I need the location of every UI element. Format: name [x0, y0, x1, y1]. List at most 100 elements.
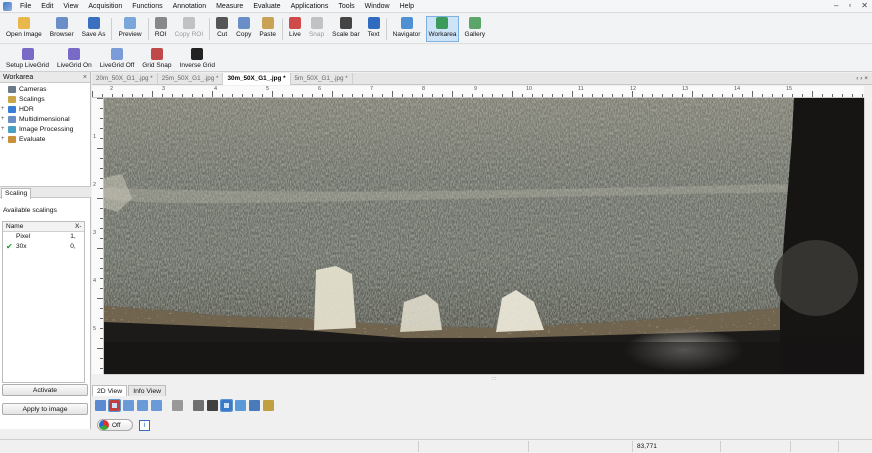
overlay-icon[interactable]: [235, 399, 246, 411]
tab-info-view[interactable]: Info View: [128, 385, 167, 396]
ruler-tick: [682, 94, 683, 97]
globe-icon[interactable]: [193, 399, 204, 411]
tree-item-evaluate[interactable]: + Evaluate: [0, 134, 90, 144]
expand-icon[interactable]: +: [1, 106, 8, 112]
live-toggle[interactable]: Off: [97, 419, 133, 431]
menu-tools[interactable]: Tools: [333, 0, 359, 13]
menu-annotation[interactable]: Annotation: [168, 0, 211, 13]
restore-icon[interactable]: ▫: [848, 1, 851, 10]
menu-acquisition[interactable]: Acquisition: [83, 0, 127, 13]
ruler-label: 15: [786, 86, 793, 92]
ruler-label: 2: [93, 182, 97, 188]
ruler-tick: [492, 94, 493, 97]
cut-button[interactable]: Cut: [214, 16, 230, 42]
zoom-in-icon[interactable]: [123, 399, 134, 411]
navigator-button[interactable]: Navigator: [391, 16, 423, 42]
preview-button[interactable]: Preview: [116, 16, 143, 42]
button-label: Setup LiveGrid: [6, 62, 49, 69]
image-canvas[interactable]: [104, 98, 864, 374]
menu-applications[interactable]: Applications: [286, 0, 334, 13]
button-label: LiveGrid On: [57, 62, 92, 69]
horizontal-scrollbar[interactable]: :::: [104, 374, 864, 383]
roi-button[interactable]: ROI: [153, 16, 169, 42]
workarea-button[interactable]: Workarea: [426, 16, 459, 42]
grid-tool-icon[interactable]: [220, 398, 233, 412]
ruler-tick: [100, 368, 103, 369]
layers-icon[interactable]: [249, 399, 260, 411]
open-image-button[interactable]: Open Image: [4, 16, 44, 42]
expand-icon[interactable]: +: [1, 126, 8, 132]
menu-evaluate[interactable]: Evaluate: [248, 0, 285, 13]
ruler-label: 11: [578, 86, 584, 92]
scale-bar-button[interactable]: Scale bar: [330, 16, 361, 42]
workarea-header: Workarea ×: [0, 72, 90, 83]
menu-edit[interactable]: Edit: [36, 0, 58, 13]
snap-button[interactable]: Snap: [307, 16, 326, 42]
activate-button[interactable]: Activate: [2, 384, 88, 396]
document-tab[interactable]: 25m_50X_G1_.jpg *: [158, 73, 224, 85]
live-toggle-label: Off: [112, 421, 121, 429]
select-icon[interactable]: [95, 399, 106, 411]
menu-file[interactable]: File: [15, 0, 36, 13]
ruler-tick: [522, 94, 523, 97]
ruler-tick: [252, 94, 253, 97]
info-button[interactable]: i: [139, 419, 150, 431]
table-row[interactable]: ✔ 30x 0,: [3, 242, 84, 252]
tab-2d-view[interactable]: 2D View: [92, 385, 128, 396]
document-tab[interactable]: 20m_50X_G1_.jpg *: [92, 73, 158, 85]
ruler-label: 13: [682, 86, 689, 92]
minimize-icon[interactable]: –: [834, 1, 838, 10]
tree-item-scalings[interactable]: Scalings: [0, 94, 90, 104]
expand-icon[interactable]: +: [1, 116, 8, 122]
ruler-tick: [100, 238, 103, 239]
expand-icon[interactable]: +: [1, 136, 8, 142]
ruler-tick: [97, 148, 103, 149]
paste-button[interactable]: Paste: [257, 16, 278, 42]
zoom-fit-icon[interactable]: [151, 399, 162, 411]
roi-tool-icon[interactable]: [172, 399, 183, 411]
inverse-grid-button[interactable]: Inverse Grid: [178, 47, 217, 73]
live-button[interactable]: Live: [287, 16, 303, 42]
browser-icon: [55, 17, 68, 29]
ruler-label: 8: [422, 86, 426, 92]
tree-item-cameras[interactable]: Cameras: [0, 84, 90, 94]
menu-window[interactable]: Window: [360, 0, 395, 13]
vertical-scrollbar[interactable]: [864, 98, 872, 374]
ruler-tick: [712, 94, 713, 97]
document-tab[interactable]: 30m_50X_G1_.jpg *: [223, 73, 291, 85]
zoom-out-icon[interactable]: [137, 399, 148, 411]
tree-item-multidimensional[interactable]: + Multidimensional: [0, 114, 90, 124]
apply-to-image-button[interactable]: Apply to image: [2, 403, 88, 415]
grid-snap-button[interactable]: Grid Snap: [140, 47, 173, 73]
measure-icon[interactable]: [207, 399, 218, 411]
table-row[interactable]: Pixel 1,: [3, 232, 84, 242]
column-x[interactable]: X-: [72, 222, 82, 231]
browser-button[interactable]: Browser: [48, 16, 76, 42]
close-icon[interactable]: ✕: [861, 1, 868, 10]
menu-help[interactable]: Help: [395, 0, 419, 13]
copy-button[interactable]: Copy: [234, 16, 253, 42]
text-button[interactable]: Text: [366, 16, 382, 42]
ruler-tick: [97, 348, 103, 349]
pan-icon[interactable]: [108, 398, 121, 412]
tree-item-image-processing[interactable]: + Image Processing: [0, 124, 90, 134]
livegrid-off-button[interactable]: LiveGrid Off: [98, 47, 137, 73]
livegrid-on-button[interactable]: LiveGrid On: [55, 47, 94, 73]
tab-navigation[interactable]: ‹ › ×: [856, 73, 868, 85]
ruler-tick: [122, 94, 123, 97]
tab-scaling[interactable]: Scaling: [1, 188, 31, 199]
tree-item-hdr[interactable]: + HDR: [0, 104, 90, 114]
close-icon[interactable]: ×: [83, 72, 87, 83]
menu-functions[interactable]: Functions: [127, 0, 167, 13]
ruler-tick: [172, 94, 173, 97]
menu-view[interactable]: View: [58, 0, 83, 13]
gallery-button[interactable]: Gallery: [463, 16, 488, 42]
menu-measure[interactable]: Measure: [211, 0, 248, 13]
column-name[interactable]: Name: [3, 222, 72, 231]
setup-livegrid-button[interactable]: Setup LiveGrid: [4, 47, 51, 73]
copy-roi-button[interactable]: Copy ROI: [173, 16, 206, 42]
document-tab[interactable]: 5m_50X_G1_.jpg *: [291, 73, 353, 85]
livegrid-off-icon: [110, 48, 123, 60]
save-as-button[interactable]: Save As: [80, 16, 108, 42]
pen-icon[interactable]: [263, 399, 274, 411]
